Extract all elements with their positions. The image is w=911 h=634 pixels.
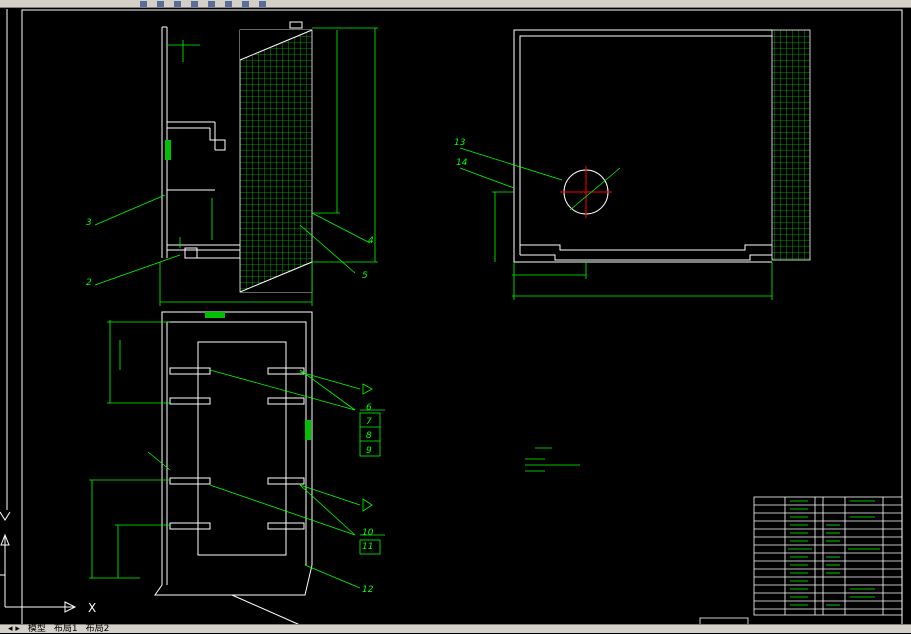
callout-5: 5 — [362, 271, 368, 281]
toolbar-icon[interactable] — [174, 0, 181, 7]
tab-nav-arrows[interactable]: ◂ ▸ — [8, 624, 20, 634]
drawing-canvas[interactable]: 3 2 4 5 6 7 8 9 10 11 12 13 14 X — [0, 9, 911, 625]
callout-4: 4 — [368, 236, 374, 246]
dimensions-front — [89, 320, 171, 579]
callout-10: 10 — [362, 528, 374, 538]
callout-12: 12 — [362, 585, 374, 595]
center-mark — [560, 166, 612, 218]
side-elevation — [161, 26, 241, 259]
callout-3: 3 — [86, 218, 92, 228]
parts-list-table — [699, 496, 903, 625]
callout-7: 7 — [366, 417, 372, 427]
grid-panel-side — [239, 29, 313, 293]
tab-model[interactable]: 模型 — [28, 624, 46, 634]
toolbar-icon[interactable] — [225, 0, 232, 7]
callout-8: 8 — [366, 431, 372, 441]
front-elevation — [154, 311, 313, 625]
layout-tab-bar: ◂ ▸ 模型 布局1 布局2 — [0, 624, 911, 633]
grid-panel-plan — [771, 29, 811, 261]
ucs-x-label: X — [88, 601, 96, 615]
toolbar-icon[interactable] — [140, 0, 147, 7]
toolbar-strip — [0, 0, 911, 8]
toolbar-icon[interactable] — [242, 0, 249, 7]
dimensions-plan — [459, 147, 773, 300]
callout-13: 13 — [454, 138, 466, 148]
drawing-frame — [21, 9, 903, 625]
toolbar-icon[interactable] — [259, 0, 266, 7]
tab-layout1[interactable]: 布局1 — [54, 624, 78, 634]
callout-2: 2 — [86, 278, 92, 288]
technical-notes — [525, 447, 580, 472]
callout-9: 9 — [366, 446, 372, 456]
ucs-icon — [0, 511, 77, 613]
plan-view — [513, 29, 772, 263]
callout-11: 11 — [362, 542, 373, 552]
hinge-brackets — [169, 367, 305, 530]
callout-14: 14 — [456, 158, 468, 168]
toolbar-icon[interactable] — [191, 0, 198, 7]
toolbar-icon[interactable] — [208, 0, 215, 7]
callout-6: 6 — [366, 403, 372, 413]
tab-layout2[interactable]: 布局2 — [86, 624, 110, 634]
leaders-upper-left — [94, 194, 371, 286]
toolbar-icon[interactable] — [157, 0, 164, 7]
